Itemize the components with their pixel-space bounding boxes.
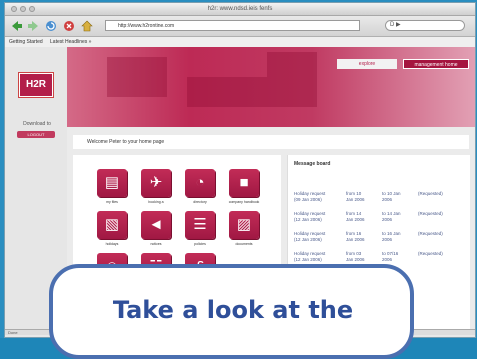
tile-label[interactable]: my files — [92, 200, 132, 204]
message-text: (09 Jan 2006) — [294, 196, 322, 202]
banner-decoration — [267, 52, 317, 107]
message-cell: to 10 Jan 2006 — [382, 191, 401, 202]
folder-tile[interactable]: ▤ — [97, 169, 127, 197]
message-text: (Requested) — [418, 191, 443, 196]
contact-icon: ◔ — [195, 174, 205, 191]
document-tile[interactable]: ▧ — [97, 211, 127, 239]
tab-management-home[interactable]: management home — [403, 59, 469, 69]
banner-decoration — [107, 57, 167, 97]
message-cell: Holiday request (12 Jan 2006) — [294, 231, 325, 242]
stop-icon[interactable] — [63, 20, 75, 32]
message-cell: (Requested) — [418, 251, 443, 257]
message-cell: (Requested) — [418, 191, 443, 197]
plane-icon: ✈ — [149, 174, 163, 191]
message-text: Jan 2006 — [346, 256, 365, 262]
message-cell: Holiday request (12 Jan 2006) — [294, 251, 325, 262]
message-text: to 14 Jan — [382, 211, 401, 216]
zoom-window-icon[interactable] — [29, 6, 35, 12]
callout-text: Take a look at the — [112, 296, 354, 324]
document-icon: ▧ — [104, 216, 120, 233]
message-text: Holiday request — [294, 211, 326, 216]
upload-tile[interactable]: ▨ — [229, 211, 259, 239]
message-text: 2006 — [382, 236, 393, 242]
message-text: (12 Jan 2006) — [294, 216, 322, 222]
book-icon: ■ — [239, 174, 249, 191]
minimize-window-icon[interactable] — [20, 6, 26, 12]
url-field[interactable]: http://www.h2rontine.com — [105, 20, 360, 31]
folder-icon: ▤ — [104, 174, 120, 191]
message-cell: Holiday request (12 Jan 2006) — [294, 211, 325, 222]
message-cell: from 14 Jan 2006 — [346, 211, 365, 222]
tile-label[interactable]: notices — [136, 242, 176, 246]
window-controls[interactable] — [11, 6, 35, 12]
message-cell: (Requested) — [418, 211, 443, 217]
message-text: (Requested) — [418, 231, 443, 236]
window-title: h2r: www.ndsd.ieis fenfs — [207, 6, 273, 12]
message-text: Jan 2006 — [346, 236, 365, 242]
message-cell: to 14 Jan 2006 — [382, 211, 401, 222]
bookmark-latest-headlines[interactable]: Latest Headlines » — [50, 39, 91, 45]
message-text: 2006 — [382, 196, 393, 202]
message-cell: to 16 Jan 2006 — [382, 231, 401, 242]
site-logo[interactable]: H2R — [19, 73, 53, 97]
tile-label[interactable]: company handbook — [224, 200, 264, 204]
book-tile[interactable]: ■ — [229, 169, 259, 197]
upload-icon: ▨ — [236, 216, 252, 233]
home-icon[interactable] — [81, 20, 93, 32]
message-text: to 16 Jan — [382, 231, 401, 236]
back-arrow-icon[interactable] — [11, 20, 23, 32]
plane-tile[interactable]: ✈ — [141, 169, 171, 197]
message-text: (12 Jan 2006) — [294, 256, 322, 262]
search-field[interactable]: D ▶ — [385, 20, 465, 31]
tile-label[interactable]: holidays — [92, 242, 132, 246]
message-text: to 10 Jan — [382, 191, 401, 196]
tile-label[interactable]: policies — [180, 242, 220, 246]
message-cell: from 03 Jan 2006 — [346, 251, 365, 262]
message-text: 2006 — [382, 256, 393, 262]
message-row[interactable]: Holiday request (12 Jan 2006) from 16 Jan 2… — [294, 231, 464, 243]
title-bar: h2r: www.ndsd.ieis fenfs — [5, 3, 475, 16]
form-icon: ☰ — [193, 216, 207, 233]
message-text: (Requested) — [418, 251, 443, 256]
message-text: to 07/16 — [382, 251, 399, 256]
download-label: Download to — [23, 121, 51, 127]
message-text: 2006 — [382, 216, 393, 222]
message-cell: (Requested) — [418, 231, 443, 237]
message-row[interactable]: Holiday request (09 Jan 2006) from 10 Jan 2… — [294, 191, 464, 203]
message-cell: from 16 Jan 2006 — [346, 231, 365, 242]
message-text: Holiday request — [294, 251, 326, 256]
form-tile[interactable]: ☰ — [185, 211, 215, 239]
tile-label[interactable]: directory — [180, 200, 220, 204]
message-row[interactable]: Holiday request (12 Jan 2006) from 03 Jan 2… — [294, 251, 464, 263]
welcome-message: Welcome Peter to your home page — [73, 135, 469, 149]
message-cell: from 10 Jan 2006 — [346, 191, 365, 202]
banner-decoration — [187, 77, 267, 107]
logout-button[interactable]: LOGOUT — [17, 131, 55, 138]
header-banner: explore management home — [67, 47, 475, 127]
tile-label[interactable]: booking a — [136, 200, 176, 204]
close-window-icon[interactable] — [11, 6, 17, 12]
forward-arrow-icon[interactable] — [27, 20, 39, 32]
tab-explore[interactable]: explore — [337, 59, 397, 69]
message-text: Jan 2006 — [346, 216, 365, 222]
message-board-title: Message board — [294, 161, 331, 167]
message-text: (12 Jan 2006) — [294, 236, 322, 242]
message-text: Holiday request — [294, 231, 326, 236]
browser-toolbar: http://www.h2rontine.com D ▶ — [5, 16, 475, 37]
message-text: Jan 2006 — [346, 196, 365, 202]
tile-label[interactable]: documents — [224, 242, 264, 246]
message-row[interactable]: Holiday request (12 Jan 2006) from 14 Jan 2… — [294, 211, 464, 223]
message-text: (Requested) — [418, 211, 443, 216]
reload-icon[interactable] — [45, 20, 57, 32]
message-cell: to 07/16 2006 — [382, 251, 398, 262]
contact-tile[interactable]: ◔ — [185, 169, 215, 197]
megaphone-tile[interactable]: ◄ — [141, 211, 171, 239]
message-cell: Holiday request (09 Jan 2006) — [294, 191, 325, 202]
bookmark-getting-started[interactable]: Getting Started — [9, 39, 43, 45]
message-text: Holiday request — [294, 191, 326, 196]
megaphone-icon: ◄ — [148, 216, 164, 233]
